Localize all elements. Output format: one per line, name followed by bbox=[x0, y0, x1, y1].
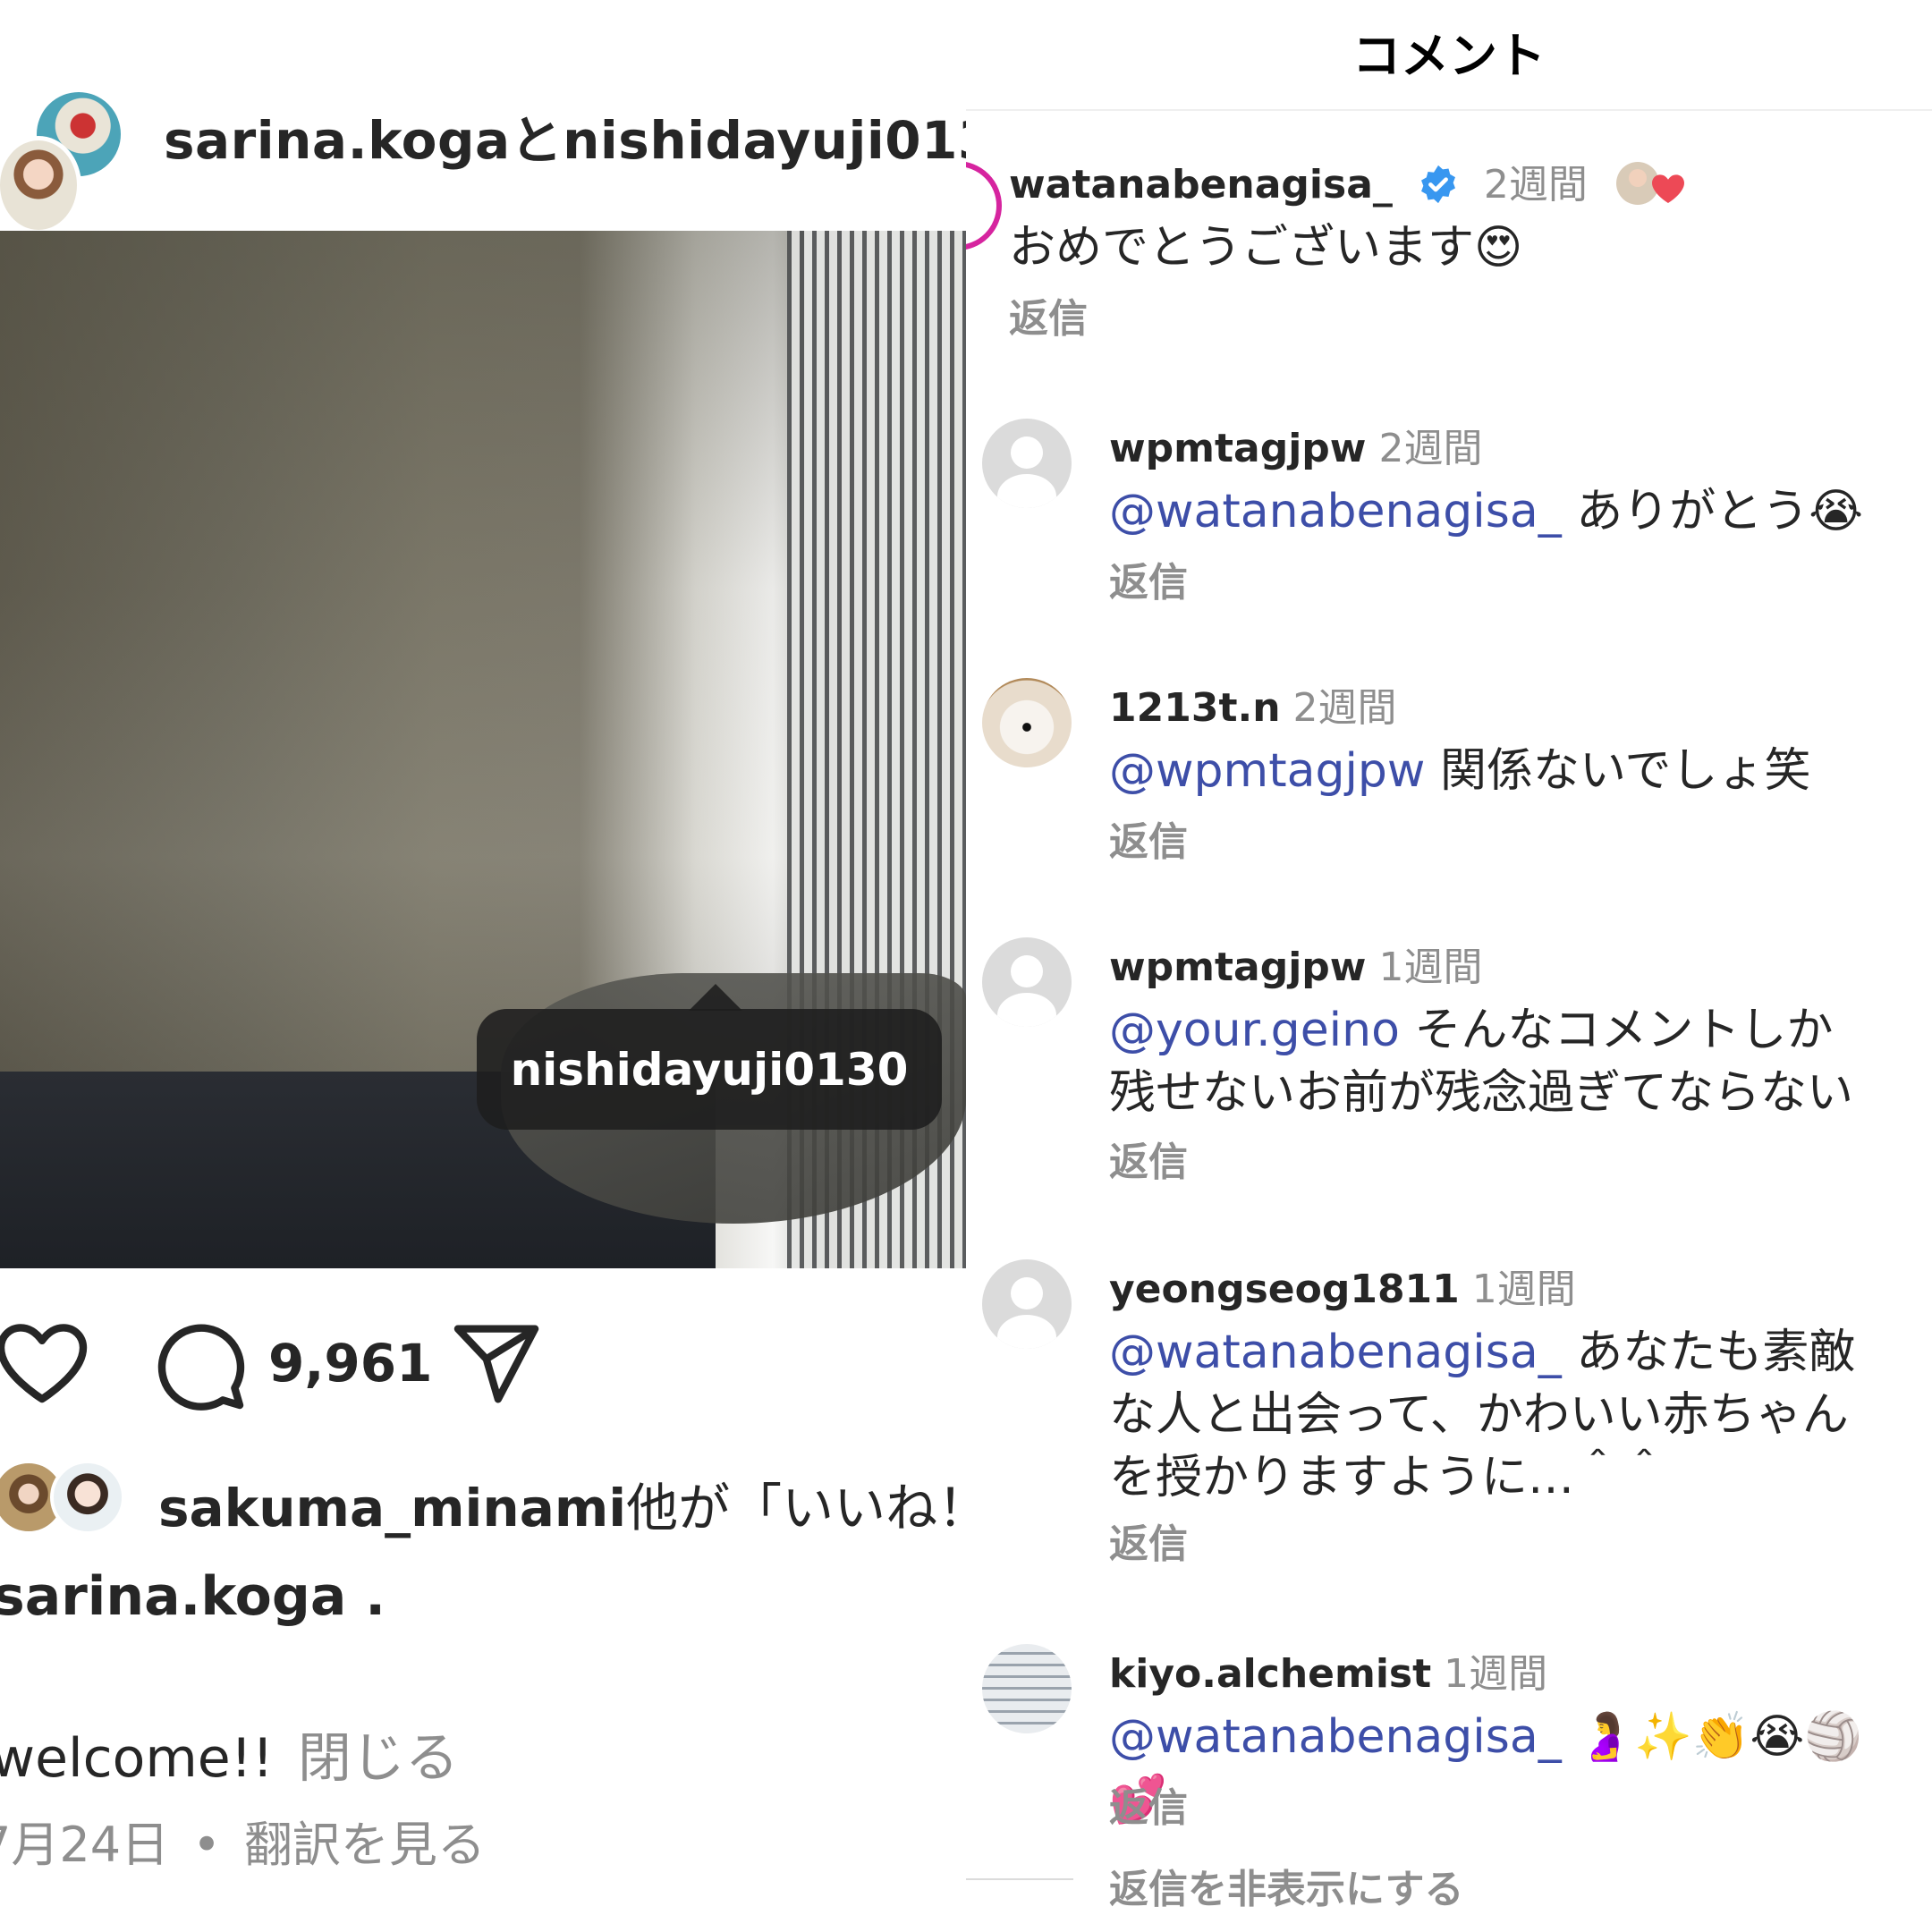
caption-username[interactable]: sarina.koga . bbox=[0, 1565, 386, 1628]
comment-time: 1週間 bbox=[1378, 945, 1483, 990]
comment-count: 9,961 bbox=[268, 1333, 433, 1394]
author-avatar[interactable] bbox=[0, 136, 81, 234]
comment-text: @watanabenagisa_ 🤰✨👏😭🏐💕 bbox=[1109, 1706, 1878, 1831]
post-action-bar: 9,961 bbox=[0, 1315, 966, 1413]
user-avatar[interactable] bbox=[982, 678, 1072, 767]
caption-close-link[interactable]: 閉じる bbox=[298, 1727, 459, 1790]
translate-link[interactable]: 翻訳を見る bbox=[244, 1817, 486, 1873]
comment-text: おめでとうございます😍 bbox=[1009, 221, 1523, 275]
comment-username[interactable]: yeongseog1811 bbox=[1109, 1267, 1460, 1312]
liked-by-author-icon bbox=[1613, 158, 1688, 218]
comment-username[interactable]: wpmtagjpw bbox=[1109, 945, 1366, 990]
comment-body: ありがとう😭 bbox=[1561, 485, 1864, 538]
comment-header: kiyo.alchemist 1週間 bbox=[1109, 1641, 1547, 1699]
likes-suffix: 他が「いいね！ bbox=[626, 1478, 966, 1538]
comment-username[interactable]: 1213t.n bbox=[1109, 685, 1281, 731]
like-heart-icon[interactable] bbox=[0, 1322, 89, 1408]
liker-avatar bbox=[50, 1460, 125, 1535]
reply-button[interactable]: 返信 bbox=[1109, 550, 1188, 607]
reply-button[interactable]: 返信 bbox=[1109, 809, 1188, 867]
comment-time: 2週間 bbox=[1483, 162, 1588, 208]
divider bbox=[966, 109, 1932, 111]
default-avatar-icon[interactable] bbox=[982, 937, 1072, 1027]
reply-button[interactable]: 返信 bbox=[1009, 286, 1088, 343]
caption-text: welcome!! bbox=[0, 1727, 274, 1790]
comment-username[interactable]: watanabenagisa_ bbox=[1009, 162, 1393, 208]
comment-text: @wpmtagjpw 関係ないでしょ笑 bbox=[1109, 740, 1878, 802]
user-tag-bubble[interactable]: nishidayuji0130 bbox=[477, 1009, 942, 1130]
meta-separator: • bbox=[192, 1817, 221, 1873]
verified-badge-icon bbox=[1420, 165, 1455, 204]
default-avatar-icon[interactable] bbox=[982, 1259, 1072, 1349]
post-meta: 7月24日 • 翻訳を見る bbox=[0, 1805, 486, 1876]
hide-replies-button[interactable]: 返信を非表示にする bbox=[1109, 1857, 1463, 1914]
post-panel: sarina.kogaとnishidayuji0130 nishidayuji0… bbox=[0, 0, 966, 1932]
reply-button[interactable]: 返信 bbox=[1109, 1775, 1188, 1833]
default-avatar-icon[interactable] bbox=[982, 419, 1072, 508]
comment-header: wpmtagjpw 1週間 bbox=[1109, 935, 1482, 992]
comment-header: yeongseog1811 1週間 bbox=[1109, 1257, 1576, 1314]
hide-replies-line bbox=[966, 1878, 1073, 1880]
comments-panel: コメント watanabenagisa_ 2週間 おめでとうございます😍 返信 … bbox=[966, 0, 1932, 1932]
comment-username[interactable]: kiyo.alchemist bbox=[1109, 1651, 1431, 1697]
caption: welcome!! 閉じる bbox=[0, 1715, 459, 1792]
mention-link[interactable]: @watanabenagisa_ bbox=[1109, 1710, 1562, 1764]
user-avatar[interactable] bbox=[982, 1644, 1072, 1733]
reply-button[interactable]: 返信 bbox=[1109, 1130, 1188, 1187]
tag-bubble-pointer bbox=[689, 984, 742, 1011]
reply-button[interactable]: 返信 bbox=[1109, 1512, 1188, 1569]
comment-time: 2週間 bbox=[1378, 426, 1483, 471]
comment-header: wpmtagjpw 2週間 bbox=[1109, 416, 1482, 473]
comment-header: watanabenagisa_ 2週間 bbox=[1009, 152, 1688, 218]
comment-text: @watanabenagisa_ あなたも素敵な人と出会って、かわいい赤ちゃんを… bbox=[1109, 1321, 1878, 1509]
comments-title: コメント bbox=[1352, 28, 1546, 84]
comment-time: 1週間 bbox=[1471, 1267, 1576, 1312]
comment-text: @watanabenagisa_ ありがとう😭 bbox=[1109, 480, 1878, 543]
comment-time: 1週間 bbox=[1444, 1651, 1548, 1697]
comment-body: 関係ないでしょ笑 bbox=[1425, 744, 1811, 798]
likes-text: sakuma_minami他が「いいね！ bbox=[158, 1466, 966, 1541]
story-ring bbox=[966, 161, 1002, 250]
likes-summary[interactable]: sakuma_minami他が「いいね！ bbox=[0, 1453, 966, 1543]
mention-link[interactable]: @wpmtagjpw bbox=[1109, 744, 1425, 798]
post-date: 7月24日 bbox=[0, 1817, 170, 1873]
comment-username[interactable]: wpmtagjpw bbox=[1109, 426, 1366, 471]
share-send-icon[interactable] bbox=[452, 1324, 541, 1408]
post-header-title[interactable]: sarina.kogaとnishidayuji0130 bbox=[164, 98, 966, 174]
comment-bubble-icon[interactable] bbox=[154, 1319, 247, 1416]
mention-link[interactable]: @your.geino bbox=[1109, 1004, 1400, 1057]
comment-time: 2週間 bbox=[1292, 685, 1397, 731]
post-photo[interactable]: nishidayuji0130 bbox=[0, 231, 966, 1268]
comment-text: @your.geino そんなコメントしか残せないお前が残念過ぎてならない bbox=[1109, 999, 1878, 1124]
comment-header: 1213t.n 2週間 bbox=[1109, 675, 1397, 733]
mention-link[interactable]: @watanabenagisa_ bbox=[1109, 485, 1562, 538]
mention-link[interactable]: @watanabenagisa_ bbox=[1109, 1326, 1562, 1379]
likes-user[interactable]: sakuma_minami bbox=[158, 1478, 626, 1538]
